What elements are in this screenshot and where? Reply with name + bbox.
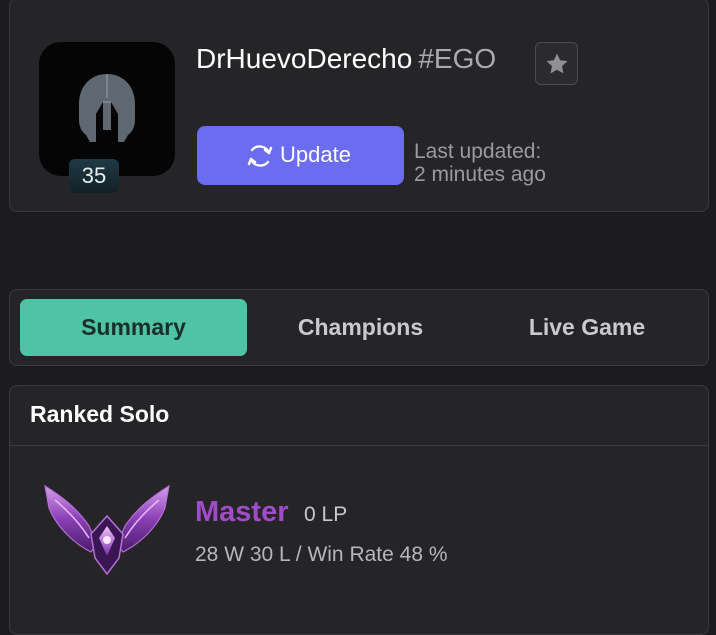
profile-card: 35 DrHuevoDerecho #EGO Update Last update… — [9, 0, 709, 212]
favorite-button[interactable] — [535, 42, 578, 85]
last-updated-label: Last updated: — [414, 140, 542, 163]
tab-bar: Summary Champions Live Game — [9, 289, 709, 366]
update-button[interactable]: Update — [197, 126, 404, 185]
update-button-label: Update — [280, 142, 351, 167]
spartan-helmet-icon — [79, 74, 135, 142]
last-updated: Last updated: 2 minutes ago — [414, 140, 546, 186]
refresh-icon — [247, 145, 273, 167]
summoner-tag: #EGO — [418, 43, 497, 74]
rank-tier: Master — [195, 496, 289, 528]
ranked-divider — [10, 445, 708, 446]
tab-summary[interactable]: Summary — [20, 299, 247, 356]
tab-live-game[interactable]: Live Game — [474, 299, 700, 356]
ranked-solo-card: Ranked Solo Master 0 LP 28 W 30 L / Win … — [9, 385, 709, 635]
profile-avatar — [39, 42, 175, 176]
master-emblem-icon — [44, 484, 170, 576]
summoner-name: DrHuevoDerecho #EGO — [196, 43, 496, 75]
rank-stats: 28 W 30 L / Win Rate 48 % — [195, 543, 448, 566]
summoner-name-text: DrHuevoDerecho — [196, 43, 413, 74]
tab-champions[interactable]: Champions — [247, 299, 474, 356]
star-icon — [546, 53, 568, 74]
ranked-title: Ranked Solo — [30, 401, 170, 427]
rank-lp: 0 LP — [304, 503, 348, 526]
level-badge: 35 — [69, 159, 119, 193]
last-updated-value: 2 minutes ago — [414, 163, 546, 186]
